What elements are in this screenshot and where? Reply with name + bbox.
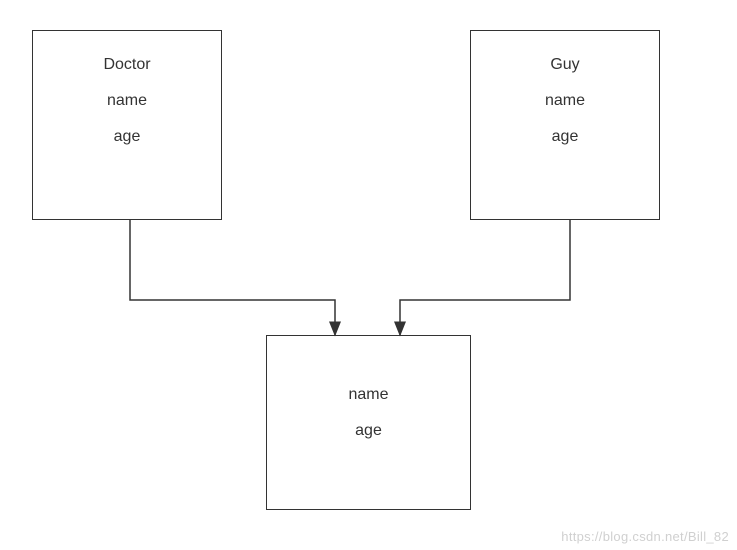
class-attribute: age: [114, 128, 141, 146]
class-attribute: age: [552, 128, 579, 146]
class-title: Doctor: [103, 56, 150, 74]
arrow-right-to-bottom: [400, 220, 570, 335]
class-box-guy: Guy name age: [470, 30, 660, 220]
class-box-doctor: Doctor name age: [32, 30, 222, 220]
class-box-base: name age: [266, 335, 471, 510]
class-attribute: age: [355, 422, 382, 440]
class-attribute: name: [348, 386, 388, 404]
arrow-left-to-bottom: [130, 220, 335, 335]
class-attribute: name: [545, 92, 585, 110]
watermark-text: https://blog.csdn.net/Bill_82: [561, 529, 729, 544]
class-title: Guy: [550, 56, 579, 74]
class-attribute: name: [107, 92, 147, 110]
